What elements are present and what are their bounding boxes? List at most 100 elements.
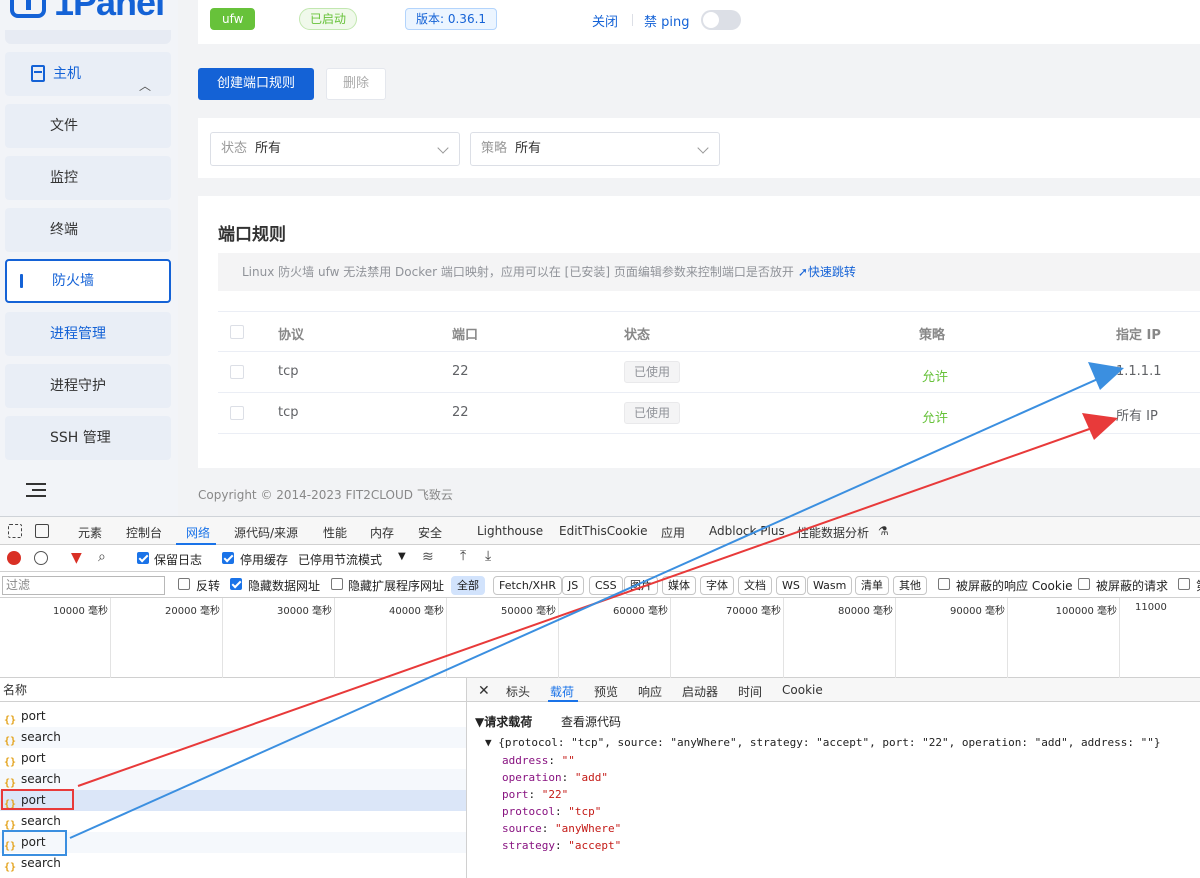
app-logo[interactable]: 1Panel bbox=[10, 0, 165, 24]
search-icon[interactable]: ⌕ bbox=[98, 549, 106, 565]
type-filter-manifest[interactable]: 清单 bbox=[855, 576, 889, 595]
network-conditions-icon[interactable]: ≋ bbox=[422, 549, 434, 565]
record-icon[interactable] bbox=[7, 551, 21, 565]
disable-cache-checkbox[interactable] bbox=[222, 552, 234, 564]
close-icon[interactable]: ✕ bbox=[478, 683, 490, 699]
type-filter-ws[interactable]: WS bbox=[776, 576, 806, 595]
invert-checkbox[interactable] bbox=[178, 578, 190, 590]
row-checkbox[interactable] bbox=[230, 406, 244, 420]
row-checkbox[interactable] bbox=[230, 365, 244, 379]
select-all-checkbox[interactable] bbox=[230, 325, 244, 339]
type-filter-font[interactable]: 字体 bbox=[700, 576, 734, 595]
request-row[interactable]: {} search bbox=[0, 769, 466, 790]
request-row[interactable]: {} port bbox=[0, 748, 466, 769]
column-ip: 指定 IP bbox=[1116, 328, 1161, 343]
type-filter-other[interactable]: 其他 bbox=[893, 576, 927, 595]
timeline-tick: 40000 毫秒 bbox=[389, 606, 444, 617]
type-filter-js[interactable]: JS bbox=[562, 576, 585, 595]
table-row: tcp 22 已使用 允许 1.1.1.1 bbox=[218, 352, 1200, 393]
strategy-filter-select[interactable]: 策略 所有 bbox=[470, 132, 720, 166]
request-row[interactable]: {} port bbox=[0, 706, 466, 727]
request-row[interactable]: {} search bbox=[0, 853, 466, 874]
tab-security[interactable]: 安全 bbox=[418, 524, 442, 541]
chevron-down-icon bbox=[697, 142, 709, 154]
caret-down-icon: ▼ bbox=[398, 551, 406, 562]
hide-extension-urls-checkbox[interactable] bbox=[331, 578, 343, 590]
close-firewall-link[interactable]: 关闭 bbox=[592, 11, 618, 30]
preserve-log-label: 保留日志 bbox=[154, 553, 203, 567]
tab-console[interactable]: 控制台 bbox=[126, 524, 162, 541]
tab-sources[interactable]: 源代码/来源 bbox=[234, 524, 298, 541]
upload-icon[interactable]: ⤒ bbox=[460, 548, 466, 564]
sidebar-item-ssh[interactable]: SSH 管理 bbox=[5, 416, 171, 460]
tab-network[interactable]: 网络 bbox=[186, 524, 210, 541]
third-party-label: 第 bbox=[1196, 577, 1200, 594]
tab-memory[interactable]: 内存 bbox=[370, 524, 394, 541]
sidebar-item-terminal[interactable]: 终端 bbox=[5, 208, 171, 252]
clear-icon[interactable] bbox=[34, 551, 48, 565]
type-filter-css[interactable]: CSS bbox=[589, 576, 623, 595]
tab-timing[interactable]: 时间 bbox=[738, 683, 762, 700]
request-row[interactable]: {} search bbox=[0, 811, 466, 832]
request-row[interactable]: {} port bbox=[0, 832, 466, 853]
type-filter-wasm[interactable]: Wasm bbox=[807, 576, 853, 595]
tab-cookies[interactable]: Cookie bbox=[782, 683, 823, 697]
hide-data-urls-checkbox[interactable] bbox=[230, 578, 242, 590]
sidebar-item-monitor[interactable]: 监控 bbox=[5, 156, 171, 200]
logo-mark-icon bbox=[10, 0, 46, 18]
tab-headers[interactable]: 标头 bbox=[506, 683, 530, 700]
view-source-link[interactable]: 查看源代码 bbox=[561, 713, 621, 730]
tab-lighthouse[interactable]: Lighthouse bbox=[477, 524, 543, 538]
tab-payload[interactable]: 载荷 bbox=[550, 683, 574, 700]
chevron-up-icon: ︿ bbox=[138, 79, 151, 93]
active-indicator bbox=[20, 274, 23, 288]
tab-response[interactable]: 响应 bbox=[638, 683, 662, 700]
type-filter-all[interactable]: 全部 bbox=[451, 576, 485, 595]
throttling-select[interactable]: 已停用节流模式 bbox=[298, 551, 382, 568]
tab-perf-insights[interactable]: 性能数据分析 bbox=[797, 524, 869, 541]
device-toolbar-icon[interactable] bbox=[35, 524, 49, 538]
sidebar-item-firewall[interactable]: 防火墙 bbox=[5, 259, 171, 303]
tab-preview[interactable]: 预览 bbox=[594, 683, 618, 700]
tab-adblock[interactable]: Adblock Plus bbox=[709, 524, 785, 538]
network-timeline[interactable]: 10000 毫秒 20000 毫秒 30000 毫秒 40000 毫秒 5000… bbox=[0, 598, 1200, 678]
tab-elements[interactable]: 元素 bbox=[78, 524, 102, 541]
sidebar-item-supervisor[interactable]: 进程守护 bbox=[5, 364, 171, 408]
blocked-cookies-checkbox[interactable] bbox=[938, 578, 950, 590]
tab-application[interactable]: 应用 bbox=[661, 524, 685, 541]
delete-button[interactable]: 删除 bbox=[326, 68, 386, 100]
request-row[interactable]: {} search bbox=[0, 727, 466, 748]
type-filter-doc[interactable]: 文档 bbox=[738, 576, 772, 595]
menu-collapse-icon[interactable] bbox=[26, 483, 46, 499]
create-port-rule-button[interactable]: 创建端口规则 bbox=[198, 68, 314, 100]
footer-copyright: Copyright © 2014-2023 FIT2CLOUD 飞致云 bbox=[198, 488, 453, 502]
request-name: port bbox=[21, 751, 46, 765]
type-filter-fetch[interactable]: Fetch/XHR bbox=[493, 576, 562, 595]
sidebar-item-process[interactable]: 进程管理 bbox=[5, 312, 171, 356]
type-filter-media[interactable]: 媒体 bbox=[662, 576, 696, 595]
status-filter-select[interactable]: 状态 所有 bbox=[210, 132, 460, 166]
version-badge: 版本: 0.36.1 bbox=[405, 8, 498, 30]
payload-summary[interactable]: ▼ {protocol: "tcp", source: "anyWhere", … bbox=[485, 736, 1161, 749]
field-key: protocol bbox=[502, 805, 555, 818]
sidebar-item-files[interactable]: 文件 bbox=[5, 104, 171, 148]
download-icon[interactable]: ⤓ bbox=[485, 548, 491, 564]
preserve-log-checkbox[interactable] bbox=[137, 552, 149, 564]
disable-ping-toggle[interactable] bbox=[701, 10, 741, 30]
quick-jump-link[interactable]: ➚快速跳转 bbox=[798, 265, 856, 279]
blocked-requests-checkbox[interactable] bbox=[1078, 578, 1090, 590]
name-column-header[interactable]: 名称 bbox=[0, 678, 466, 702]
type-filter-img[interactable]: 图片 bbox=[624, 576, 658, 595]
tab-initiator[interactable]: 启动器 bbox=[682, 683, 718, 700]
filter-input[interactable]: 过滤 bbox=[2, 576, 165, 595]
tab-editthiscookie[interactable]: EditThisCookie bbox=[559, 524, 648, 538]
row-port: 22 bbox=[452, 405, 469, 420]
inspect-element-icon[interactable] bbox=[8, 524, 22, 538]
filter-icon[interactable]: ▼ bbox=[71, 550, 82, 566]
third-party-checkbox[interactable] bbox=[1178, 578, 1190, 590]
sidebar-group-host[interactable]: 主机 ︿ bbox=[5, 52, 171, 96]
tab-performance[interactable]: 性能 bbox=[323, 524, 347, 541]
active-tab-indicator bbox=[548, 700, 578, 702]
payload-field: source: "anyWhere" bbox=[502, 822, 622, 835]
request-payload-section[interactable]: ▼请求载荷 bbox=[475, 713, 532, 730]
